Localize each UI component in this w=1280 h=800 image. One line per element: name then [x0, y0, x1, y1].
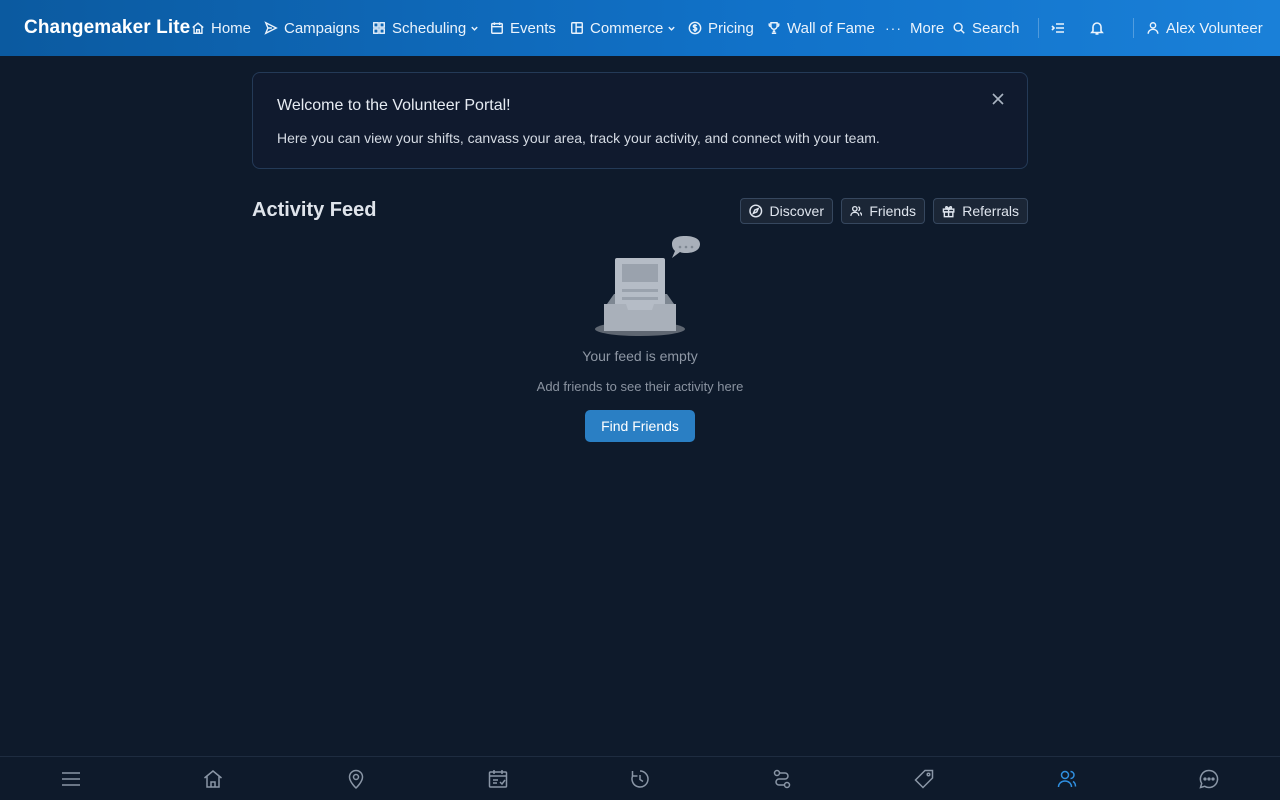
dollar-circle-icon — [688, 21, 702, 35]
storefront-icon — [571, 22, 583, 34]
notifications-button[interactable] — [1085, 16, 1109, 40]
bottom-nav-home[interactable] — [201, 767, 225, 791]
page-title: Activity Feed — [252, 199, 377, 221]
nav-divider — [1038, 18, 1039, 38]
user-menu[interactable]: Alex Volunteer — [1146, 0, 1263, 56]
nav-more-label: More — [910, 19, 945, 37]
nav-home[interactable]: Home — [191, 0, 251, 56]
nav-search-label: Search — [972, 19, 1020, 37]
nav-pricing-label: Pricing — [708, 19, 754, 37]
gift-icon — [942, 205, 955, 218]
nav-divider — [1133, 18, 1134, 38]
nav-pricing[interactable]: Pricing — [688, 0, 754, 56]
nav-wall-of-fame-label: Wall of Fame — [787, 19, 875, 37]
ellipsis-icon: ··· — [885, 20, 902, 36]
user-icon — [1147, 22, 1159, 34]
search-icon — [953, 22, 965, 34]
close-button[interactable] — [991, 92, 1007, 108]
chat-icon — [1199, 769, 1219, 789]
nav-scheduling[interactable]: Scheduling — [372, 0, 479, 56]
referrals-label: Referrals — [962, 203, 1019, 219]
nav-search[interactable]: Search — [952, 0, 1020, 56]
bottom-nav-tags[interactable] — [912, 767, 936, 791]
discover-label: Discover — [769, 203, 824, 219]
empty-state-subtitle: Add friends to see their activity here — [536, 379, 744, 394]
welcome-title: Welcome to the Volunteer Portal! — [277, 97, 511, 114]
route-icon — [773, 769, 791, 789]
home-icon — [192, 22, 204, 34]
welcome-card: Welcome to the Volunteer Portal! Here yo… — [252, 72, 1028, 169]
map-pin-icon — [348, 769, 364, 790]
history-icon — [631, 770, 649, 788]
empty-state-title: Your feed is empty — [582, 348, 698, 364]
nav-home-label: Home — [211, 19, 252, 37]
nav-events[interactable]: Events — [490, 0, 556, 56]
calendar-check-icon — [488, 770, 508, 788]
bottom-nav-history[interactable] — [628, 767, 652, 791]
referrals-button[interactable]: Referrals — [933, 198, 1028, 224]
grid-icon — [373, 22, 385, 34]
nav-campaigns[interactable]: Campaigns — [264, 0, 360, 56]
bottom-nav-chat[interactable] — [1197, 767, 1221, 791]
users-icon — [1057, 770, 1077, 788]
nav-commerce[interactable]: Commerce — [570, 0, 676, 56]
friends-button[interactable]: Friends — [841, 198, 925, 224]
tag-icon — [914, 769, 934, 789]
chevron-down-icon — [471, 26, 478, 31]
nav-commerce-label: Commerce — [590, 19, 664, 37]
chevron-down-icon — [668, 26, 676, 31]
trophy-icon — [768, 22, 780, 34]
nav-more[interactable]: ··· More — [885, 0, 944, 56]
indent-menu-icon — [1051, 23, 1064, 33]
bottom-nav-menu[interactable] — [59, 767, 83, 791]
bell-icon — [1090, 22, 1104, 35]
bottom-nav-map[interactable] — [344, 767, 368, 791]
bottom-navbar — [0, 756, 1280, 800]
user-name: Alex Volunteer — [1166, 19, 1263, 37]
home-icon — [204, 770, 222, 788]
close-icon — [992, 93, 1004, 105]
welcome-text: Here you can view your shifts, canvass y… — [277, 130, 880, 146]
compass-icon — [749, 204, 763, 218]
bottom-nav-routes[interactable] — [770, 767, 794, 791]
brand-title[interactable]: Changemaker Lite — [24, 17, 190, 39]
empty-inbox-illustration — [595, 236, 700, 336]
bottom-nav-shifts[interactable] — [486, 767, 510, 791]
calendar-icon — [491, 22, 503, 34]
nav-scheduling-label: Scheduling — [392, 19, 467, 37]
menu-icon — [62, 772, 80, 786]
collapse-menu-button[interactable] — [1046, 16, 1070, 40]
send-icon — [264, 21, 278, 35]
users-icon — [850, 205, 863, 216]
bottom-nav-friends[interactable] — [1055, 767, 1079, 791]
friends-label: Friends — [869, 203, 916, 219]
nav-campaigns-label: Campaigns — [284, 19, 360, 37]
top-navbar: Changemaker Lite Home Campaigns Scheduli… — [0, 0, 1280, 56]
nav-wall-of-fame[interactable]: Wall of Fame — [767, 0, 875, 56]
nav-events-label: Events — [510, 19, 556, 37]
find-friends-button[interactable]: Find Friends — [585, 410, 695, 442]
discover-button[interactable]: Discover — [740, 198, 833, 224]
